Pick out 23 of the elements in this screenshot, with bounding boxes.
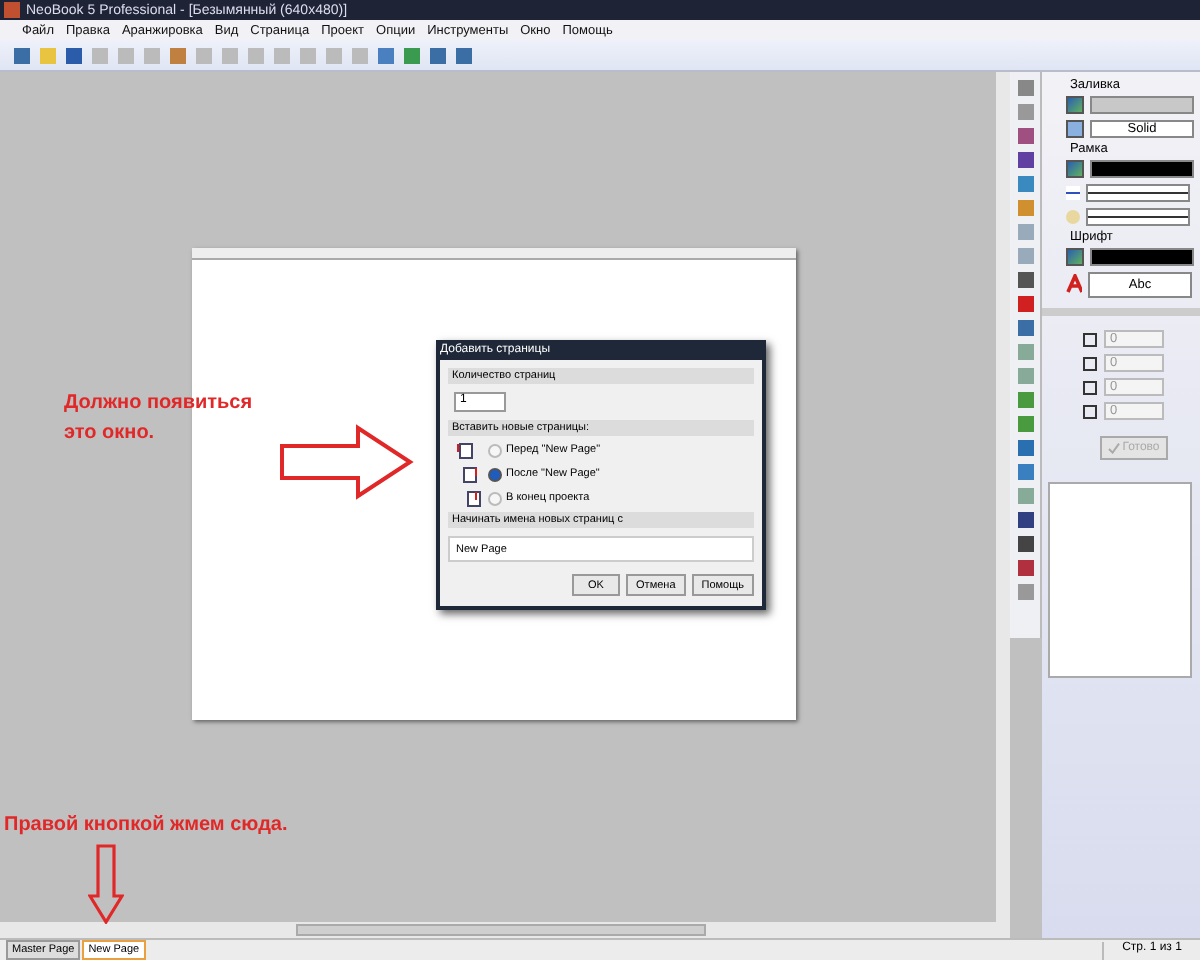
annotation-text: Должно появиться это окно.: [64, 390, 255, 448]
pattern-icon: [1066, 120, 1084, 138]
radio-button[interactable]: [488, 491, 502, 505]
color-swatch-icon: [1066, 248, 1084, 266]
app-icon: [4, 2, 20, 18]
fill-color-dropdown[interactable]: [1090, 96, 1194, 114]
vertical-scrollbar[interactable]: [996, 72, 1010, 938]
horizontal-scrollbar[interactable]: [0, 922, 996, 938]
line-width-dropdown[interactable]: [1086, 184, 1190, 202]
border-color-dropdown[interactable]: [1090, 160, 1194, 178]
check-icon: [1108, 442, 1121, 454]
radio-button[interactable]: [488, 443, 502, 457]
line-width-icon: [1066, 186, 1080, 200]
color-swatch-icon: [1066, 160, 1084, 178]
font-color-dropdown[interactable]: [1090, 248, 1194, 266]
list-box[interactable]: [1048, 482, 1192, 678]
color-swatch-icon: [1066, 96, 1084, 114]
annotation-text: Правой кнопкой жмем сюда.: [4, 814, 288, 836]
radio-button[interactable]: [488, 467, 502, 481]
line-style-dropdown[interactable]: [1086, 208, 1190, 226]
right-arrow-icon: [278, 424, 414, 500]
down-arrow-icon: [88, 844, 124, 924]
font-icon: [1066, 274, 1082, 294]
